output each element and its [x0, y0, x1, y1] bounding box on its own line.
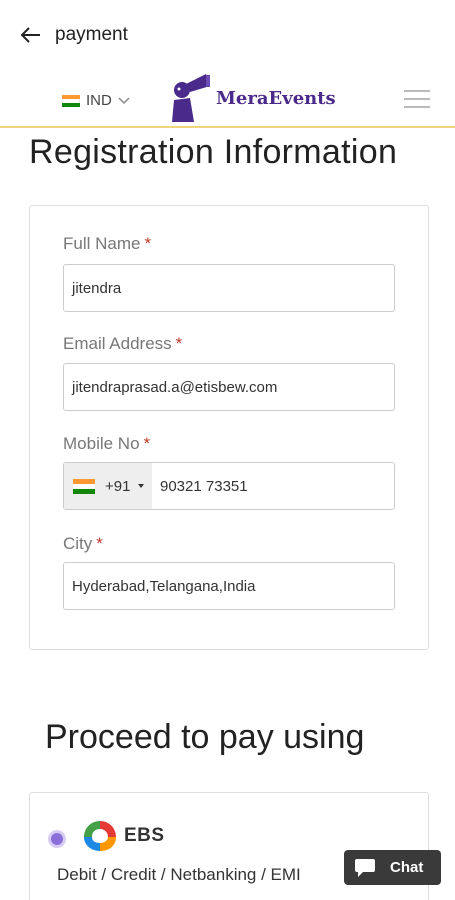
dial-code: +91 [105, 477, 131, 495]
hamburger-menu-button[interactable] [404, 90, 430, 108]
app-bar: payment [0, 0, 455, 68]
chat-label: Chat [390, 859, 424, 876]
chat-bubble-icon [355, 858, 375, 877]
ebs-name: EBS [124, 825, 165, 846]
full-name-input[interactable]: jitendra [63, 264, 395, 312]
meraevents-logo[interactable]: MeraEvents [168, 72, 336, 124]
country-dial-selector[interactable]: +91 [64, 463, 152, 509]
megaphone-mascot-icon [172, 74, 210, 122]
mobile-field: +91 90321 73351 [63, 462, 395, 510]
city-label-text: City [63, 534, 93, 553]
required-mark: * [143, 434, 151, 453]
mobile-label: Mobile No * [63, 434, 150, 454]
city-label: City * [63, 534, 103, 554]
city-input[interactable]: Hyderabad,Telangana,India [63, 562, 395, 610]
app-bar-title: payment [55, 24, 128, 45]
full-name-label: Full Name * [63, 234, 151, 254]
payment-description: Debit / Credit / Netbanking / EMI [57, 865, 301, 884]
mobile-label-text: Mobile No [63, 434, 140, 453]
ebs-logo: EBS [82, 819, 165, 853]
required-mark: * [96, 534, 103, 553]
required-mark: * [144, 234, 152, 253]
arrow-left-icon [21, 27, 40, 43]
caret-down-icon [138, 484, 145, 488]
registration-title: Registration Information [29, 133, 398, 171]
logo-text: MeraEvents [216, 87, 336, 109]
full-name-label-text: Full Name [63, 234, 141, 253]
india-flag-icon [73, 478, 95, 494]
chat-button[interactable]: Chat [344, 850, 441, 885]
chevron-down-icon [118, 96, 130, 104]
country-selector[interactable]: IND [62, 92, 130, 109]
payment-title: Proceed to pay using [45, 718, 365, 756]
email-label-text: Email Address [63, 334, 172, 353]
email-input[interactable]: jitendraprasad.a@etisbew.com [63, 363, 395, 411]
back-button[interactable] [16, 20, 46, 50]
ebs-logo-icon [84, 821, 116, 851]
site-header: IND MeraEvents [0, 68, 455, 128]
payment-radio[interactable] [48, 830, 66, 848]
india-flag-icon [62, 94, 80, 107]
required-mark: * [175, 334, 183, 353]
country-code: IND [86, 92, 112, 109]
email-label: Email Address * [63, 334, 182, 354]
mobile-input[interactable]: 90321 73351 [160, 463, 248, 509]
registration-form: Full Name * jitendra Email Address * jiten… [29, 205, 429, 650]
